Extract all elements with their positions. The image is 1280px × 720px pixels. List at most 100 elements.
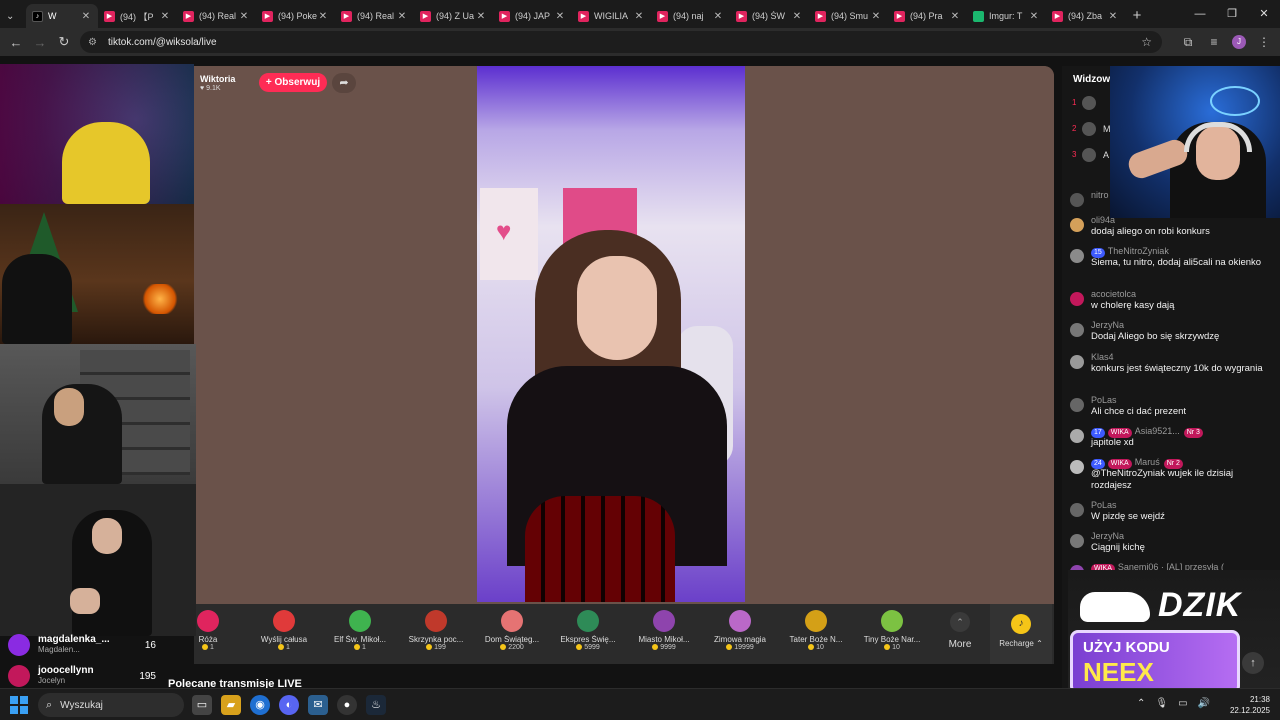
close-window-icon[interactable]: ✕	[1248, 0, 1280, 28]
close-tab-icon[interactable]: ✕	[712, 11, 724, 22]
gift-item[interactable]: Skrzynka poc... 199	[398, 608, 474, 662]
browser-tab[interactable]: ▶ (94) Z Ua ✕	[414, 4, 493, 28]
site-info-icon[interactable]: ⚙	[88, 37, 100, 48]
browser-tab[interactable]: ♪ W ✕	[26, 4, 98, 28]
recharge-button[interactable]: ♪ Recharge ⌃	[990, 604, 1052, 664]
browser-tab[interactable]: ▶ (94) ŚW ✕	[730, 4, 809, 28]
avatar[interactable]	[1070, 292, 1084, 306]
extensions-icon[interactable]: ⧉	[1180, 35, 1196, 50]
close-tab-icon[interactable]: ✕	[159, 11, 171, 22]
viewers-heading: Widzow	[1073, 74, 1111, 85]
close-tab-icon[interactable]: ✕	[870, 11, 882, 22]
maximize-icon[interactable]: ❐	[1216, 0, 1248, 28]
close-tab-icon[interactable]: ✕	[80, 11, 92, 22]
browser-tab[interactable]: ▶ (94) Poke ✕	[256, 4, 335, 28]
steam-icon[interactable]: ♨	[366, 695, 386, 715]
browser-tab[interactable]: ▶ (94) Smu ✕	[809, 4, 888, 28]
follow-button[interactable]: + Obserwuj	[259, 73, 327, 92]
avatar[interactable]	[1070, 534, 1084, 548]
profile-avatar[interactable]: J	[1232, 35, 1246, 49]
live-video[interactable]: ♥	[477, 66, 745, 602]
taskbar-search[interactable]: ⌕ Wyszukaj	[38, 693, 184, 717]
youtube-icon: ▶	[499, 10, 510, 22]
reload-icon[interactable]: ↻	[52, 34, 76, 50]
app-icon[interactable]: ✉	[308, 695, 328, 715]
discord-icon[interactable]: ◐	[279, 695, 299, 715]
volume-icon[interactable]: 🔊	[1198, 698, 1210, 709]
chat-username[interactable]: Klas4	[1091, 352, 1114, 362]
browser-tab[interactable]: ▶ (94) Zba ✕	[1046, 4, 1125, 28]
browser-tab[interactable]: ▶ (94) 【P ✕	[98, 4, 177, 28]
browser-tab[interactable]: ▶ (94) naj ✕	[651, 4, 730, 28]
avatar[interactable]	[1070, 218, 1084, 232]
close-tab-icon[interactable]: ✕	[396, 11, 408, 22]
gift-item[interactable]: Zimowa magia 19999	[702, 608, 778, 662]
bookmark-star-icon[interactable]: ☆	[1141, 35, 1152, 49]
forward-arrow-icon[interactable]: →	[28, 35, 52, 50]
avatar[interactable]	[1082, 96, 1096, 110]
more-gifts-button[interactable]: ⌃ More	[940, 608, 980, 650]
scroll-up-arrow-icon[interactable]: ↑	[1242, 652, 1264, 674]
chat-username[interactable]: PoLas	[1091, 395, 1117, 405]
chrome-icon[interactable]: ◉	[250, 695, 270, 715]
chat-username[interactable]: JerzyNa	[1091, 320, 1124, 330]
leaderboard-row[interactable]: magdalenka_... Magdalen... 16	[8, 634, 156, 656]
avatar[interactable]	[1070, 503, 1084, 517]
browser-tab[interactable]: ▶ (94) Real ✕	[335, 4, 414, 28]
host-info[interactable]: Wiktoria ♥ 9.1K	[200, 74, 235, 94]
close-tab-icon[interactable]: ✕	[1028, 11, 1040, 22]
browser-tab[interactable]: ▶ WIGILIA ✕	[572, 4, 651, 28]
gift-price: 2200	[474, 644, 550, 651]
task-view-icon[interactable]: ▭	[192, 695, 212, 715]
close-tab-icon[interactable]: ✕	[791, 11, 803, 22]
back-arrow-icon[interactable]: ←	[4, 35, 28, 50]
media-control-icon[interactable]: ≡	[1206, 35, 1222, 49]
avatar[interactable]	[1070, 249, 1084, 263]
chevron-up-icon[interactable]: ⌃	[1137, 698, 1145, 709]
clock[interactable]: 21:38 22.12.2025	[1230, 694, 1270, 716]
menu-kebab-icon[interactable]: ⋮	[1256, 35, 1272, 49]
tab-search-button[interactable]: ⌄	[0, 4, 26, 28]
new-tab-button[interactable]: +	[1125, 7, 1149, 24]
microphone-icon[interactable]: 🎙	[1155, 698, 1168, 709]
avatar[interactable]	[1070, 429, 1084, 443]
address-bar[interactable]: ⚙ tiktok.com/@wiksola/live ☆	[80, 31, 1162, 53]
chat-username[interactable]: JerzyNa	[1091, 531, 1124, 541]
avatar[interactable]	[1070, 460, 1084, 474]
gift-item[interactable]: Elf Św. Mikoł... 1	[322, 608, 398, 662]
avatar[interactable]	[1082, 148, 1096, 162]
gift-item[interactable]: Ekspres Świę... 5999	[550, 608, 626, 662]
browser-tab[interactable]: ▶ (94) Real ✕	[177, 4, 256, 28]
gift-item[interactable]: Miasto Mikoł... 9999	[626, 608, 702, 662]
browser-tab[interactable]: ▶ (94) JAP ✕	[493, 4, 572, 28]
gift-item[interactable]: Dom Świąteg... 2200	[474, 608, 550, 662]
avatar[interactable]	[1070, 193, 1084, 207]
close-tab-icon[interactable]: ✕	[475, 11, 487, 22]
avatar[interactable]	[1070, 323, 1084, 337]
close-tab-icon[interactable]: ✕	[1107, 11, 1119, 22]
chat-username[interactable]: nitro	[1091, 190, 1109, 200]
avatar[interactable]	[1070, 398, 1084, 412]
display-icon[interactable]: ▭	[1178, 698, 1187, 709]
chat-username[interactable]: acocietolca	[1091, 289, 1136, 299]
obs-icon[interactable]: ●	[337, 695, 357, 715]
share-icon[interactable]: ➦	[332, 73, 356, 93]
close-tab-icon[interactable]: ✕	[238, 11, 250, 22]
browser-tab[interactable]: Imgur: T ✕	[967, 4, 1046, 28]
browser-tab[interactable]: ▶ (94) Pra ✕	[888, 4, 967, 28]
close-tab-icon[interactable]: ✕	[317, 11, 329, 22]
minimize-icon[interactable]: —	[1184, 0, 1216, 28]
close-tab-icon[interactable]: ✕	[554, 11, 566, 22]
gift-item[interactable]: Wyślij całusa 1	[246, 608, 322, 662]
windows-start-icon[interactable]	[10, 696, 28, 714]
file-explorer-icon[interactable]: ▰	[221, 695, 241, 715]
chat-username[interactable]: PoLas	[1091, 500, 1117, 510]
gift-icon	[197, 610, 219, 632]
gift-item[interactable]: Tater Boże N... 10	[778, 608, 854, 662]
avatar[interactable]	[1082, 122, 1096, 136]
close-tab-icon[interactable]: ✕	[633, 11, 645, 22]
gift-item[interactable]: Tiny Boże Nar... 10	[854, 608, 930, 662]
avatar[interactable]	[1070, 355, 1084, 369]
close-tab-icon[interactable]: ✕	[949, 11, 961, 22]
leaderboard-row[interactable]: jooocellynn Jocelyn 195	[8, 665, 156, 687]
